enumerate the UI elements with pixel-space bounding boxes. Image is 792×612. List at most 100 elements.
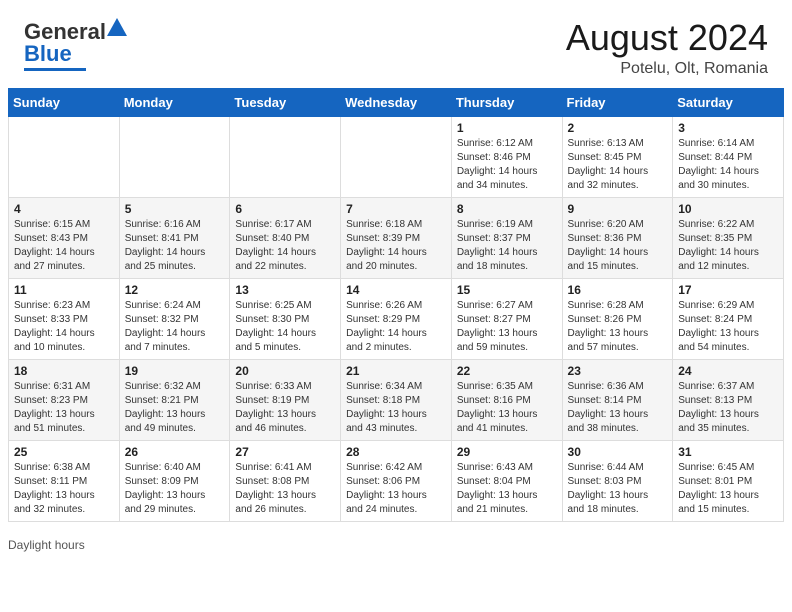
day-info: Sunrise: 6:44 AM Sunset: 8:03 PM Dayligh… bbox=[568, 461, 668, 517]
table-row: 19 Sunrise: 6:32 AM Sunset: 8:21 PM Dayli… bbox=[119, 359, 230, 440]
day-number: 2 bbox=[568, 121, 668, 135]
day-number: 7 bbox=[346, 202, 446, 216]
logo: General Blue bbox=[24, 18, 127, 71]
day-info: Sunrise: 6:27 AM Sunset: 8:27 PM Dayligh… bbox=[457, 299, 557, 355]
day-number: 28 bbox=[346, 445, 446, 459]
day-number: 17 bbox=[678, 283, 778, 297]
day-number: 18 bbox=[14, 364, 114, 378]
logo-text-blue: Blue bbox=[24, 41, 72, 67]
day-info: Sunrise: 6:24 AM Sunset: 8:32 PM Dayligh… bbox=[125, 299, 225, 355]
month-year-title: August 2024 bbox=[566, 18, 768, 58]
days-of-week-row: Sunday Monday Tuesday Wednesday Thursday… bbox=[9, 88, 784, 116]
table-row: 5Sunrise: 6:16 AM Sunset: 8:41 PM Daylig… bbox=[119, 197, 230, 278]
day-number: 30 bbox=[568, 445, 668, 459]
day-info: Sunrise: 6:37 AM Sunset: 8:13 PM Dayligh… bbox=[678, 380, 778, 436]
day-number: 26 bbox=[125, 445, 225, 459]
day-info: Sunrise: 6:19 AM Sunset: 8:37 PM Dayligh… bbox=[457, 218, 557, 274]
daylight-label: Daylight hours bbox=[8, 538, 85, 552]
table-row: 17 Sunrise: 6:29 AM Sunset: 8:24 PM Dayli… bbox=[673, 278, 784, 359]
header-monday: Monday bbox=[119, 88, 230, 116]
day-info: Sunrise: 6:40 AM Sunset: 8:09 PM Dayligh… bbox=[125, 461, 225, 517]
title-section: August 2024 Potelu, Olt, Romania bbox=[566, 18, 768, 78]
day-number: 29 bbox=[457, 445, 557, 459]
day-number: 9 bbox=[568, 202, 668, 216]
day-info: Sunrise: 6:23 AM Sunset: 8:33 PM Dayligh… bbox=[14, 299, 114, 355]
table-row bbox=[341, 116, 452, 197]
day-info: Sunrise: 6:15 AM Sunset: 8:43 PM Dayligh… bbox=[14, 218, 114, 274]
day-info: Sunrise: 6:20 AM Sunset: 8:36 PM Dayligh… bbox=[568, 218, 668, 274]
day-number: 3 bbox=[678, 121, 778, 135]
day-number: 4 bbox=[14, 202, 114, 216]
day-info: Sunrise: 6:33 AM Sunset: 8:19 PM Dayligh… bbox=[235, 380, 335, 436]
day-number: 11 bbox=[14, 283, 114, 297]
day-number: 8 bbox=[457, 202, 557, 216]
day-info: Sunrise: 6:28 AM Sunset: 8:26 PM Dayligh… bbox=[568, 299, 668, 355]
day-info: Sunrise: 6:32 AM Sunset: 8:21 PM Dayligh… bbox=[125, 380, 225, 436]
day-info: Sunrise: 6:34 AM Sunset: 8:18 PM Dayligh… bbox=[346, 380, 446, 436]
table-row: 11 Sunrise: 6:23 AM Sunset: 8:33 PM Dayli… bbox=[9, 278, 120, 359]
day-info: Sunrise: 6:25 AM Sunset: 8:30 PM Dayligh… bbox=[235, 299, 335, 355]
table-row: 26 Sunrise: 6:40 AM Sunset: 8:09 PM Dayli… bbox=[119, 440, 230, 521]
calendar-table: Sunday Monday Tuesday Wednesday Thursday… bbox=[8, 88, 784, 522]
table-row: 20Sunrise: 6:33 AM Sunset: 8:19 PM Dayli… bbox=[230, 359, 341, 440]
day-info: Sunrise: 6:35 AM Sunset: 8:16 PM Dayligh… bbox=[457, 380, 557, 436]
calendar-week-row: 1 Sunrise: 6:12 AM Sunset: 8:46 PM Daylig… bbox=[9, 116, 784, 197]
day-info: Sunrise: 6:14 AM Sunset: 8:44 PM Dayligh… bbox=[678, 137, 778, 193]
day-info: Sunrise: 6:18 AM Sunset: 8:39 PM Dayligh… bbox=[346, 218, 446, 274]
day-info: Sunrise: 6:43 AM Sunset: 8:04 PM Dayligh… bbox=[457, 461, 557, 517]
table-row: 31Sunrise: 6:45 AM Sunset: 8:01 PM Dayli… bbox=[673, 440, 784, 521]
day-number: 10 bbox=[678, 202, 778, 216]
day-number: 21 bbox=[346, 364, 446, 378]
table-row: 10Sunrise: 6:22 AM Sunset: 8:35 PM Dayli… bbox=[673, 197, 784, 278]
logo-underline bbox=[24, 68, 86, 71]
day-info: Sunrise: 6:38 AM Sunset: 8:11 PM Dayligh… bbox=[14, 461, 114, 517]
table-row bbox=[230, 116, 341, 197]
header-friday: Friday bbox=[562, 88, 673, 116]
table-row: 15 Sunrise: 6:27 AM Sunset: 8:27 PM Dayli… bbox=[451, 278, 562, 359]
table-row: 24 Sunrise: 6:37 AM Sunset: 8:13 PM Dayli… bbox=[673, 359, 784, 440]
logo-triangle-icon bbox=[107, 18, 127, 45]
day-info: Sunrise: 6:12 AM Sunset: 8:46 PM Dayligh… bbox=[457, 137, 557, 193]
table-row: 28Sunrise: 6:42 AM Sunset: 8:06 PM Dayli… bbox=[341, 440, 452, 521]
table-row: 22 Sunrise: 6:35 AM Sunset: 8:16 PM Dayli… bbox=[451, 359, 562, 440]
calendar-week-row: 25Sunrise: 6:38 AM Sunset: 8:11 PM Dayli… bbox=[9, 440, 784, 521]
table-row: 16Sunrise: 6:28 AM Sunset: 8:26 PM Dayli… bbox=[562, 278, 673, 359]
day-number: 6 bbox=[235, 202, 335, 216]
header-wednesday: Wednesday bbox=[341, 88, 452, 116]
table-row: 18 Sunrise: 6:31 AM Sunset: 8:23 PM Dayli… bbox=[9, 359, 120, 440]
table-row bbox=[9, 116, 120, 197]
table-row: 6Sunrise: 6:17 AM Sunset: 8:40 PM Daylig… bbox=[230, 197, 341, 278]
table-row: 7 Sunrise: 6:18 AM Sunset: 8:39 PM Daylig… bbox=[341, 197, 452, 278]
day-number: 22 bbox=[457, 364, 557, 378]
day-number: 27 bbox=[235, 445, 335, 459]
table-row: 29 Sunrise: 6:43 AM Sunset: 8:04 PM Dayli… bbox=[451, 440, 562, 521]
day-number: 15 bbox=[457, 283, 557, 297]
calendar-week-row: 4 Sunrise: 6:15 AM Sunset: 8:43 PM Daylig… bbox=[9, 197, 784, 278]
day-info: Sunrise: 6:36 AM Sunset: 8:14 PM Dayligh… bbox=[568, 380, 668, 436]
day-number: 13 bbox=[235, 283, 335, 297]
table-row bbox=[119, 116, 230, 197]
table-row: 27Sunrise: 6:41 AM Sunset: 8:08 PM Dayli… bbox=[230, 440, 341, 521]
table-row: 13 Sunrise: 6:25 AM Sunset: 8:30 PM Dayli… bbox=[230, 278, 341, 359]
table-row: 23Sunrise: 6:36 AM Sunset: 8:14 PM Dayli… bbox=[562, 359, 673, 440]
table-row: 30 Sunrise: 6:44 AM Sunset: 8:03 PM Dayli… bbox=[562, 440, 673, 521]
header-saturday: Saturday bbox=[673, 88, 784, 116]
table-row: 12Sunrise: 6:24 AM Sunset: 8:32 PM Dayli… bbox=[119, 278, 230, 359]
calendar-week-row: 18 Sunrise: 6:31 AM Sunset: 8:23 PM Dayli… bbox=[9, 359, 784, 440]
day-number: 24 bbox=[678, 364, 778, 378]
calendar-header: Sunday Monday Tuesday Wednesday Thursday… bbox=[9, 88, 784, 116]
day-number: 1 bbox=[457, 121, 557, 135]
day-info: Sunrise: 6:13 AM Sunset: 8:45 PM Dayligh… bbox=[568, 137, 668, 193]
day-number: 19 bbox=[125, 364, 225, 378]
header-sunday: Sunday bbox=[9, 88, 120, 116]
day-info: Sunrise: 6:31 AM Sunset: 8:23 PM Dayligh… bbox=[14, 380, 114, 436]
calendar-week-row: 11 Sunrise: 6:23 AM Sunset: 8:33 PM Dayli… bbox=[9, 278, 784, 359]
calendar-body: 1 Sunrise: 6:12 AM Sunset: 8:46 PM Daylig… bbox=[9, 116, 784, 521]
table-row: 9 Sunrise: 6:20 AM Sunset: 8:36 PM Daylig… bbox=[562, 197, 673, 278]
day-info: Sunrise: 6:16 AM Sunset: 8:41 PM Dayligh… bbox=[125, 218, 225, 274]
table-row: 1 Sunrise: 6:12 AM Sunset: 8:46 PM Daylig… bbox=[451, 116, 562, 197]
day-info: Sunrise: 6:29 AM Sunset: 8:24 PM Dayligh… bbox=[678, 299, 778, 355]
day-number: 14 bbox=[346, 283, 446, 297]
footer: Daylight hours bbox=[0, 534, 792, 560]
day-info: Sunrise: 6:26 AM Sunset: 8:29 PM Dayligh… bbox=[346, 299, 446, 355]
